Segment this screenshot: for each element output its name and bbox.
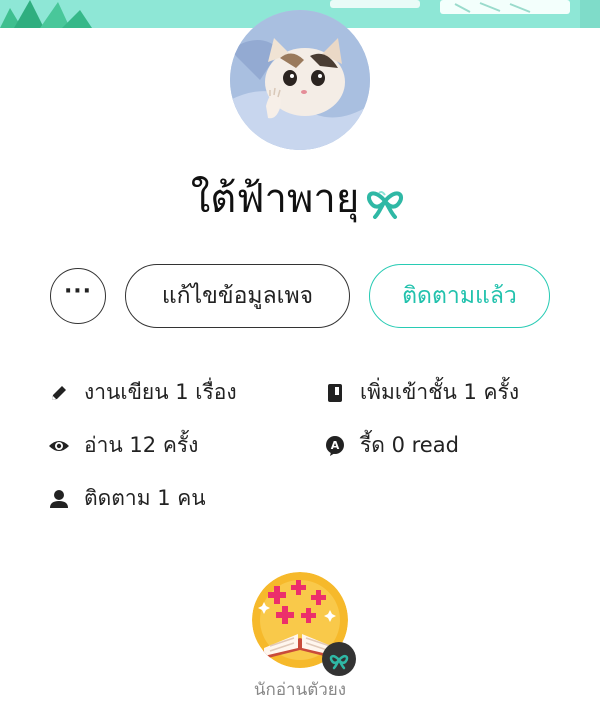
following-button[interactable]: ติดตามแล้ว: [369, 264, 550, 328]
stat-works: งานเขียน 1 เรื่อง: [48, 376, 237, 409]
stat-read-reaction-text: รี้ด 0 read: [360, 433, 459, 457]
pencil-icon: [48, 382, 70, 404]
stat-reads-text: อ่าน 12 ครั้ง: [84, 433, 199, 457]
ribbon-icon: [322, 642, 356, 676]
svg-text:A: A: [331, 439, 340, 452]
book-icon: [324, 382, 346, 404]
ribbon-icon: [361, 179, 409, 219]
more-options-label: ···: [63, 279, 93, 304]
reader-badge[interactable]: [252, 572, 356, 676]
eye-icon: [48, 435, 70, 457]
following-label: ติดตามแล้ว: [402, 283, 517, 309]
speech-bubble-a-icon: A: [324, 435, 346, 457]
edit-page-button[interactable]: แก้ไขข้อมูลเพจ: [125, 264, 350, 328]
profile-name: ใต้ฟ้าพายุ: [190, 176, 360, 222]
reader-badge-label: นักอ่านตัวยง: [253, 680, 347, 700]
profile-avatar[interactable]: [230, 10, 370, 150]
profile-name-row: ใต้ฟ้าพายุ: [0, 168, 600, 230]
stat-works-text: งานเขียน 1 เรื่อง: [84, 380, 237, 404]
stat-followers-text: ติดตาม 1 คน: [84, 486, 206, 510]
edit-page-label: แก้ไขข้อมูลเพจ: [161, 283, 314, 309]
person-icon: [48, 488, 70, 510]
stat-reads: อ่าน 12 ครั้ง: [48, 429, 198, 462]
stat-followers: ติดตาม 1 คน: [48, 482, 206, 515]
stat-shelf-adds: เพิ่มเข้าชั้น 1 ครั้ง: [324, 376, 519, 409]
more-options-button[interactable]: ···: [50, 268, 106, 324]
stat-read-reaction: A รี้ด 0 read: [324, 429, 459, 462]
stat-shelf-adds-text: เพิ่มเข้าชั้น 1 ครั้ง: [360, 380, 520, 404]
